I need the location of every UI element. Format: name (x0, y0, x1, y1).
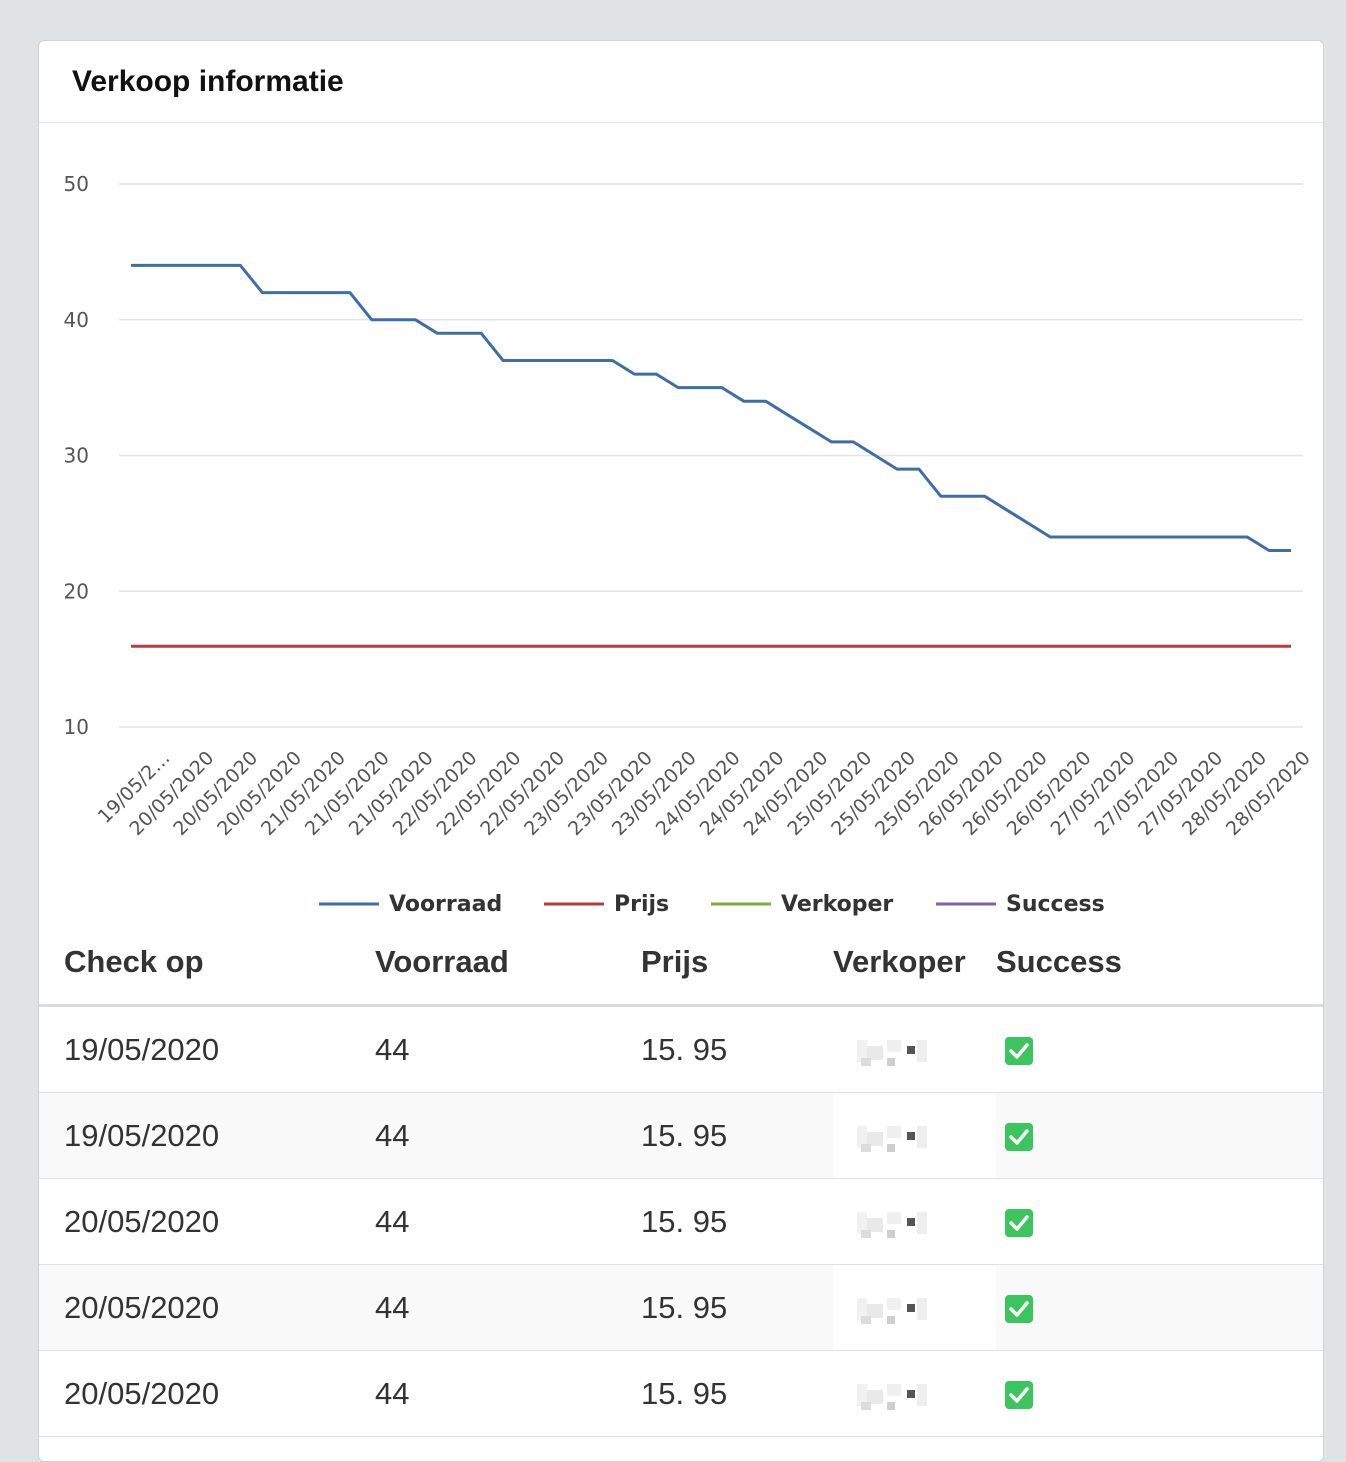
y-tick-label: 40 (64, 308, 89, 332)
cell-price: 15. 95 (641, 1350, 833, 1437)
cell-date: 20/05/2020 (39, 1350, 375, 1437)
seller-redacted-name (857, 1122, 927, 1153)
table-row[interactable]: 19/05/2020 44 15. 95 (39, 1092, 1323, 1179)
y-tick-label: 50 (64, 172, 89, 196)
y-tick-label: 30 (64, 444, 89, 468)
cell-stock: 44 (375, 1092, 641, 1179)
cell-success (996, 1092, 1323, 1179)
check-icon (1005, 1209, 1033, 1238)
sales-info-card: Verkoop informatie 10 20 30 40 50 19/05/2… 20/… (38, 40, 1324, 1462)
check-icon (1005, 1381, 1033, 1410)
series-line-voorraad (131, 263, 1291, 552)
cell-success (996, 1264, 1323, 1351)
cell-stock: 44 (375, 1005, 641, 1093)
cell-date: 20/05/2020 (39, 1264, 375, 1351)
legend-label-voorraad: Voorraad (389, 892, 502, 917)
table-row[interactable]: 20/05/2020 44 15. 95 (39, 1350, 1323, 1437)
cell-seller (833, 1264, 996, 1351)
cell-date: 19/05/2020 (39, 1092, 375, 1179)
cell-date: 19/05/2020 (39, 1005, 375, 1093)
cell-stock: 44 (375, 1264, 641, 1351)
cell-seller (833, 1092, 996, 1179)
seller-redacted-name (857, 1036, 927, 1067)
line-chart: 102030405019/05/2…20/05/202020/05/202020… (64, 172, 1315, 917)
cell-stock: 44 (375, 1350, 641, 1437)
check-icon (1005, 1295, 1033, 1324)
cell-seller (833, 1178, 996, 1265)
cell-success (996, 1005, 1323, 1093)
cell-success (996, 1350, 1323, 1437)
cell-price: 15. 95 (641, 1005, 833, 1093)
column-header-seller[interactable]: Verkoper (833, 919, 996, 1007)
table-row[interactable]: 20/05/2020 44 15. 95 (39, 1178, 1323, 1265)
cell-seller (833, 1350, 996, 1437)
legend-label-prijs: Prijs (614, 892, 669, 917)
card-title: Verkoop informatie (72, 64, 344, 98)
column-header-stock[interactable]: Voorraad (375, 919, 641, 1007)
legend-label-verkoper: Verkoper (781, 892, 893, 917)
sales-table: Check op Voorraad Prijs Verkoper Success… (39, 919, 1323, 1437)
table-header-row: Check op Voorraad Prijs Verkoper Success (39, 919, 1323, 1007)
card-header: Verkoop informatie (39, 41, 1323, 123)
cell-price: 15. 95 (641, 1264, 833, 1351)
check-icon (1005, 1037, 1033, 1066)
cell-success (996, 1178, 1323, 1265)
check-icon (1005, 1123, 1033, 1152)
cell-price: 15. 95 (641, 1092, 833, 1179)
legend-label-success: Success (1006, 892, 1105, 917)
seller-redacted-name (857, 1208, 927, 1239)
table-row[interactable]: 19/05/2020 44 15. 95 (39, 1005, 1323, 1093)
column-header-price[interactable]: Prijs (641, 919, 833, 1007)
cell-date: 20/05/2020 (39, 1178, 375, 1265)
seller-redacted-name (857, 1294, 927, 1325)
cell-seller (833, 1005, 996, 1093)
y-tick-label: 20 (64, 579, 89, 603)
column-header-date[interactable]: Check op (39, 919, 375, 1007)
cell-price: 15. 95 (641, 1178, 833, 1265)
y-tick-label: 10 (64, 715, 89, 739)
column-header-success[interactable]: Success (996, 919, 1323, 1007)
cell-stock: 44 (375, 1178, 641, 1265)
seller-redacted-name (857, 1380, 927, 1411)
table-row[interactable]: 20/05/2020 44 15. 95 (39, 1264, 1323, 1351)
